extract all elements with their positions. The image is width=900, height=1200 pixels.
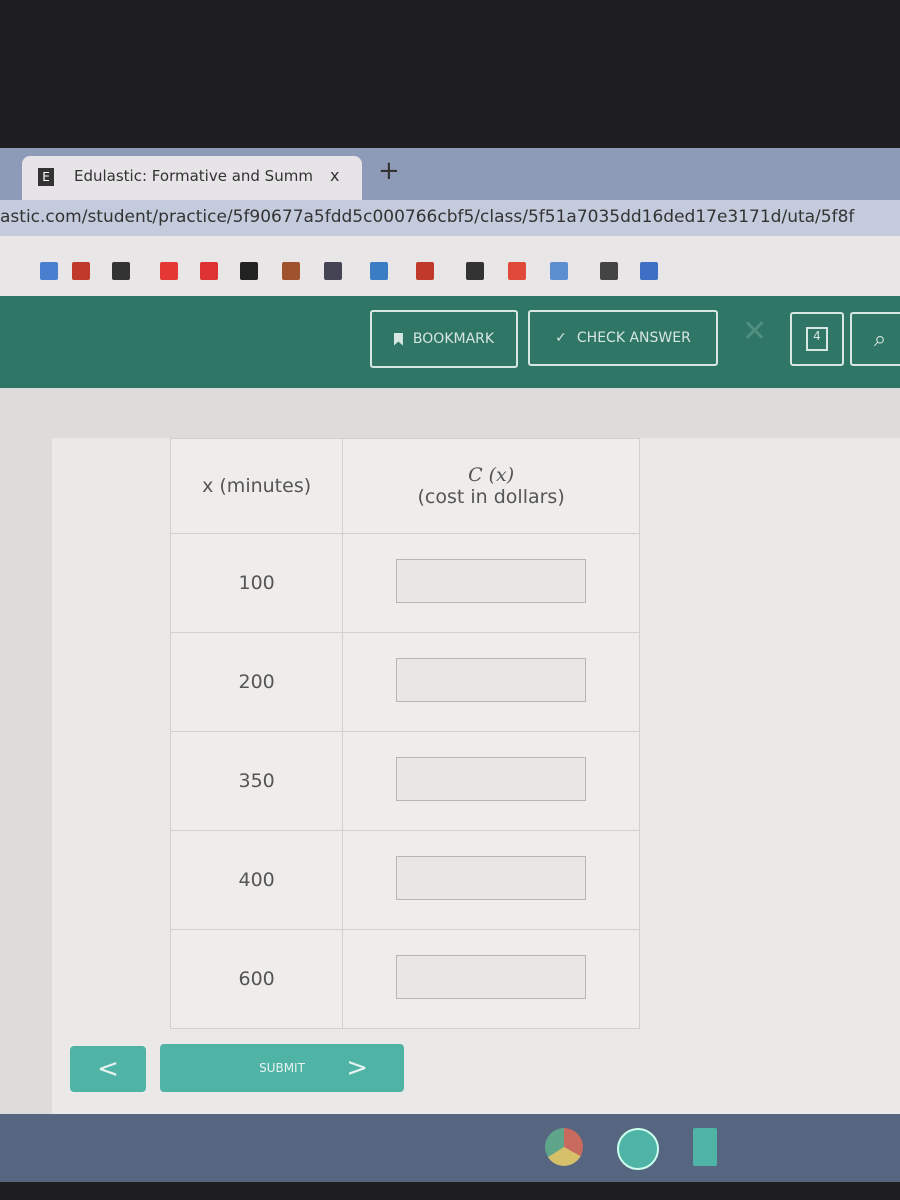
- netflix-icon[interactable]: [416, 262, 434, 280]
- cost-cell: [342, 533, 640, 633]
- x-value: 350: [169, 731, 344, 831]
- next-icon[interactable]: >: [346, 1053, 368, 1083]
- desmos-icon[interactable]: [324, 262, 342, 280]
- zoom-icon[interactable]: [617, 1128, 659, 1170]
- close-tab-icon[interactable]: x: [330, 166, 339, 185]
- address-bar[interactable]: astic.com/student/practice/5f90677a5fdd5…: [0, 200, 900, 236]
- table-row: 400: [169, 830, 640, 930]
- x-value: 400: [169, 830, 344, 930]
- cost-cell: [342, 830, 640, 930]
- pattern-icon[interactable]: [550, 262, 568, 280]
- x-value: 100: [169, 533, 344, 633]
- cost-input[interactable]: [396, 855, 587, 900]
- taskbar: [0, 1114, 900, 1182]
- bookmark-label: BOOKMARK: [412, 331, 495, 347]
- new-tab-button[interactable]: +: [378, 156, 400, 186]
- cost-cell: [342, 929, 640, 1029]
- check-answer-label: CHECK ANSWER: [576, 330, 691, 346]
- cost-cell: [342, 632, 640, 732]
- cost-input[interactable]: [396, 558, 587, 603]
- compass-icon[interactable]: [370, 262, 388, 280]
- s-icon[interactable]: [640, 262, 658, 280]
- bookmark-button[interactable]: BOOKMARK: [370, 310, 518, 368]
- r-icon[interactable]: [240, 262, 258, 280]
- scratchpad-button[interactable]: 4: [790, 312, 844, 366]
- bookmark-icon: [393, 332, 403, 346]
- submit-button[interactable]: SUBMIT >: [160, 1044, 404, 1092]
- table-row: 100: [169, 533, 640, 633]
- tab-title: Edulastic: Formative and Summ: [74, 167, 313, 185]
- cost-input[interactable]: [396, 756, 587, 801]
- cost-cell: [342, 731, 640, 831]
- magnifier-icon: ⌕: [873, 326, 887, 352]
- cost-header: C (x) (cost in dollars): [342, 438, 640, 534]
- youtube-icon[interactable]: [160, 262, 178, 280]
- x-header: x (minutes): [169, 438, 344, 534]
- check-icon: ✓: [555, 330, 567, 346]
- table-header-row: x (minutes) C (x) (cost in dollars): [169, 438, 640, 534]
- clear-icon[interactable]: ✕: [742, 314, 767, 349]
- chrome-icon[interactable]: [545, 1128, 583, 1166]
- x-value: 200: [169, 632, 344, 732]
- cost-input[interactable]: [396, 954, 587, 999]
- calculator-icon: 4: [806, 327, 828, 351]
- circle-icon[interactable]: [466, 262, 484, 280]
- edge-icon[interactable]: [600, 262, 618, 280]
- e-icon[interactable]: [508, 262, 526, 280]
- table-row: 350: [169, 731, 640, 831]
- table-row: 200: [169, 632, 640, 732]
- classroom-icon[interactable]: [282, 262, 300, 280]
- function-table: x (minutes) C (x) (cost in dollars) 100 20…: [169, 438, 640, 1029]
- zoom-search-button[interactable]: ⌕: [850, 312, 900, 366]
- submit-label: SUBMIT: [259, 1061, 305, 1075]
- docs-icon[interactable]: [693, 1128, 717, 1166]
- drive-icon[interactable]: [40, 262, 58, 280]
- mi-icon[interactable]: [200, 262, 218, 280]
- pinterest-icon[interactable]: [72, 262, 90, 280]
- square-icon[interactable]: [112, 262, 130, 280]
- bookmarks-bar: [0, 236, 900, 296]
- previous-button[interactable]: <: [70, 1046, 146, 1092]
- url-text: astic.com/student/practice/5f90677a5fdd5…: [0, 207, 855, 227]
- browser-tab[interactable]: E Edulastic: Formative and Summ x: [22, 156, 362, 200]
- x-value: 600: [169, 929, 344, 1029]
- check-answer-button[interactable]: ✓ CHECK ANSWER: [528, 310, 718, 366]
- table-row: 600: [169, 929, 640, 1029]
- edulastic-favicon-icon: E: [38, 168, 54, 186]
- cost-input[interactable]: [396, 657, 587, 702]
